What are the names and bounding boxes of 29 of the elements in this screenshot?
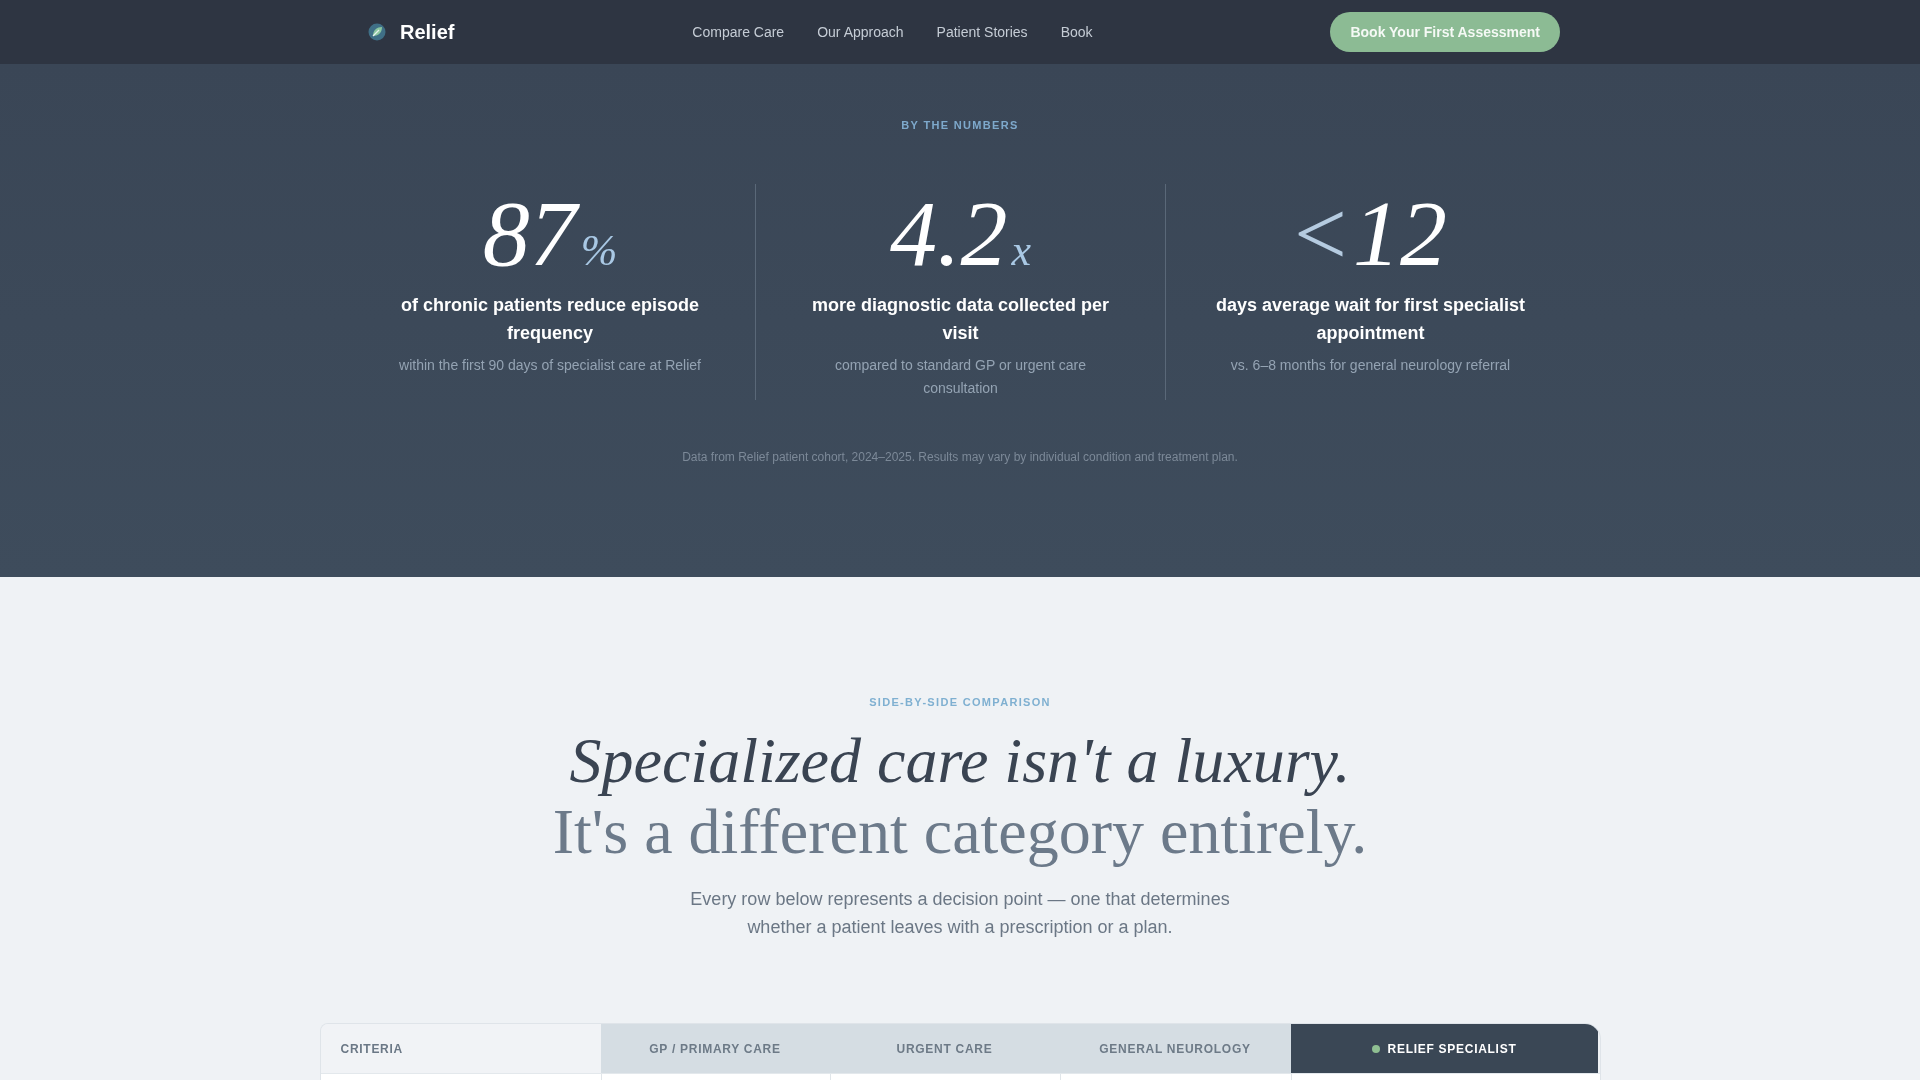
section-heading: Specialized care isn't a luxury.	[568, 725, 1352, 796]
section-eyebrow: BY THE NUMBERS	[900, 118, 1020, 132]
section-intro: Every row below represents a decision point — one that determines whether a patient leaves with a prescription or a plan.	[689, 888, 1231, 939]
section-subheading: It's a different category entirely.	[551, 796, 1369, 867]
stat-detail: compared to standard GP or urgent care consultation	[833, 356, 1088, 398]
nav-link[interactable]: Patient Stories	[936, 24, 1028, 40]
stat-headline: of chronic patients reduce episode frequency	[399, 294, 701, 345]
column-label: URGENT CARE	[896, 1041, 993, 1056]
stat-value: 4.2	[890, 181, 1008, 285]
dot-icon	[1371, 1044, 1380, 1053]
section-eyebrow: SIDE-BY-SIDE COMPARISON	[868, 695, 1052, 709]
stat-unit: %	[580, 226, 618, 275]
stats-footnote: Data from Relief patient cohort, 2024–2025. Results may vary by individual condition and treatment plan.	[681, 449, 1239, 466]
stat-detail: vs. 6–8 months for general neurology referral	[1229, 356, 1512, 375]
column-label: GENERAL NEUROLOGY	[1099, 1041, 1251, 1056]
brand-name[interactable]: Relief	[400, 20, 455, 44]
stat-headline: days average wait for first specialist appointment	[1214, 294, 1527, 345]
stat-value: 12	[1353, 181, 1447, 285]
column-label: CRITERIA	[340, 1041, 403, 1056]
stat-detail: within the first 90 days of specialist care at Relief	[398, 356, 702, 375]
column-label: GP / PRIMARY CARE	[649, 1041, 781, 1056]
stat-unit: x	[1011, 226, 1031, 275]
column-label: RELIEF SPECIALIST	[1387, 1041, 1517, 1056]
nav-link[interactable]: Compare Care	[692, 24, 785, 40]
nav-link[interactable]: Book	[1060, 24, 1093, 40]
leaf-icon[interactable]	[368, 23, 386, 41]
nav-link[interactable]: Our Approach	[817, 24, 904, 40]
stat-prefix: <	[1294, 181, 1347, 285]
stat-headline: more diagnostic data collected per visit	[810, 294, 1111, 345]
